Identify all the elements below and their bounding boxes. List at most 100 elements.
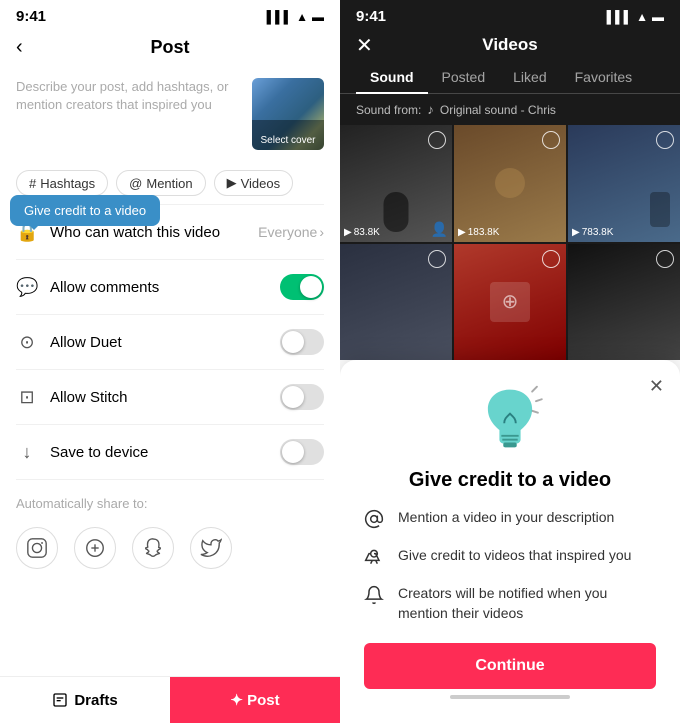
mention-point-icon: [364, 509, 386, 534]
instagram-icon[interactable]: [16, 527, 58, 569]
save-device-label: Save to device: [50, 444, 268, 461]
tooltip-overlay: Give credit to a video: [10, 195, 160, 226]
allow-stitch-label: Allow Stitch: [50, 389, 268, 406]
play-triangle-3: ▶: [572, 227, 580, 238]
video-select-circle-3[interactable]: [656, 131, 674, 149]
video-thumb-5[interactable]: ⊕: [454, 244, 566, 361]
tab-favorites[interactable]: Favorites: [561, 61, 647, 93]
setting-allow-comments: 💬 Allow comments: [0, 260, 340, 314]
social-row: [0, 519, 340, 585]
modal-point-3: Creators will be notified when you menti…: [364, 584, 656, 623]
tab-posted[interactable]: Posted: [428, 61, 500, 93]
video-select-circle-1[interactable]: [428, 131, 446, 149]
post-button[interactable]: ✦ Post: [170, 677, 340, 723]
video-select-circle-5[interactable]: [542, 250, 560, 268]
point-text-3: Creators will be notified when you menti…: [398, 584, 656, 623]
play-triangle-1: ▶: [344, 227, 352, 238]
drafts-label: Drafts: [74, 692, 117, 709]
signal-icon: ▌▌▌: [267, 10, 293, 24]
lightbulb-icon: [475, 380, 545, 457]
continue-button[interactable]: Continue: [364, 643, 656, 689]
select-cover-label: Select cover: [252, 135, 324, 146]
duet-icon: ⊙: [16, 332, 38, 353]
time-left: 9:41: [16, 8, 46, 25]
video-thumb-3[interactable]: ▶ 783.8K: [568, 125, 680, 242]
status-bar-right: 9:41 ▌▌▌ ▲ ▬: [340, 0, 680, 29]
modal-title: Give credit to a video: [409, 469, 611, 492]
stitch-icon: ⊡: [16, 387, 38, 408]
auto-share-label: Automatically share to:: [0, 480, 340, 519]
videos-button[interactable]: ▶ Videos: [214, 170, 294, 196]
modal-close-button[interactable]: ✕: [649, 376, 664, 397]
hashtags-label: Hashtags: [40, 176, 95, 191]
setting-save-device: ↓ Save to device: [0, 425, 340, 479]
status-icons-right: ▌▌▌ ▲ ▬: [607, 10, 664, 24]
credit-point-icon: [364, 547, 386, 572]
battery-icon: ▬: [312, 10, 324, 24]
toggle-thumb: [300, 276, 322, 298]
save-device-toggle[interactable]: [280, 439, 324, 465]
modal-points: Mention a video in your description Give…: [364, 508, 656, 623]
who-can-watch-label: Who can watch this video: [50, 224, 246, 241]
battery-icon-right: ▬: [652, 10, 664, 24]
modal-point-2: Give credit to videos that inspired you: [364, 546, 656, 572]
mention-button[interactable]: @ Mention: [116, 170, 205, 196]
toggle-thumb-duet: [282, 331, 304, 353]
credit-modal: ✕ Give credit to a video: [340, 360, 680, 723]
home-indicator: [450, 695, 570, 699]
right-panel: 9:41 ▌▌▌ ▲ ▬ ✕ Videos Sound Posted Liked: [340, 0, 680, 723]
mention-label: Mention: [146, 176, 192, 191]
bell-point-icon: [364, 585, 386, 610]
video-select-circle-6[interactable]: [656, 250, 674, 268]
modal-point-1: Mention a video in your description: [364, 508, 656, 534]
video-thumb-4[interactable]: [340, 244, 452, 361]
hashtags-button[interactable]: # Hashtags: [16, 170, 108, 196]
twitter-icon[interactable]: [190, 527, 232, 569]
chevron-right-icon: ›: [319, 224, 324, 240]
nav-bar-left: ‹ Post: [0, 29, 340, 66]
video-views-3: ▶ 783.8K: [572, 227, 613, 238]
duet-icon-1: 👤: [431, 221, 448, 238]
video-select-circle-2[interactable]: [542, 131, 560, 149]
video-select-circle-4[interactable]: [428, 250, 446, 268]
allow-duet-toggle[interactable]: [280, 329, 324, 355]
toggle-thumb-stitch: [282, 386, 304, 408]
back-button[interactable]: ‹: [16, 36, 23, 59]
left-panel: 9:41 ▌▌▌ ▲ ▬ ‹ Post Describe your post, …: [0, 0, 340, 723]
description-placeholder[interactable]: Describe your post, add hashtags, or men…: [16, 78, 240, 114]
video-views-1: ▶ 83.8K: [344, 227, 380, 238]
allow-comments-toggle[interactable]: [280, 274, 324, 300]
allow-duet-label: Allow Duet: [50, 334, 268, 351]
sound-from: Sound from: ♪ Original sound - Chris: [340, 94, 680, 125]
hashtag-icon: #: [29, 176, 36, 191]
play-icon: ▶: [227, 175, 237, 191]
allow-stitch-toggle[interactable]: [280, 384, 324, 410]
close-button[interactable]: ✕: [356, 33, 373, 58]
tab-sound[interactable]: Sound: [356, 61, 428, 93]
video-views-2: ▶ 183.8K: [458, 227, 499, 238]
video-thumb-2[interactable]: ▶ 183.8K: [454, 125, 566, 242]
status-bar-left: 9:41 ▌▌▌ ▲ ▬: [0, 0, 340, 29]
play-triangle-2: ▶: [458, 227, 466, 238]
note-icon: ♪: [427, 102, 434, 117]
video-grid: ▶ 83.8K 👤 ▶ 183.8K ▶ 783.8K: [340, 125, 680, 360]
video-thumb-1[interactable]: ▶ 83.8K 👤: [340, 125, 452, 242]
setting-allow-duet: ⊙ Allow Duet: [0, 315, 340, 369]
drafts-button[interactable]: Drafts: [0, 677, 170, 723]
tab-liked[interactable]: Liked: [499, 61, 560, 93]
videos-title: Videos: [482, 35, 537, 55]
time-right: 9:41: [356, 8, 386, 25]
bottom-bar: Drafts ✦ Post: [0, 676, 340, 723]
wifi-icon-right: ▲: [636, 10, 648, 24]
post-label: ✦ Post: [230, 691, 279, 709]
tooltip-bubble: Give credit to a video: [10, 195, 160, 226]
videos-browser: 9:41 ▌▌▌ ▲ ▬ ✕ Videos Sound Posted Liked: [340, 0, 680, 360]
allow-comments-label: Allow comments: [50, 279, 268, 296]
add-icon[interactable]: [74, 527, 116, 569]
wifi-icon: ▲: [296, 10, 308, 24]
snapchat-icon[interactable]: [132, 527, 174, 569]
mention-icon: @: [129, 176, 142, 191]
cover-thumbnail[interactable]: Select cover: [252, 78, 324, 150]
who-can-watch-value: Everyone ›: [258, 224, 324, 240]
video-thumb-6[interactable]: [568, 244, 680, 361]
